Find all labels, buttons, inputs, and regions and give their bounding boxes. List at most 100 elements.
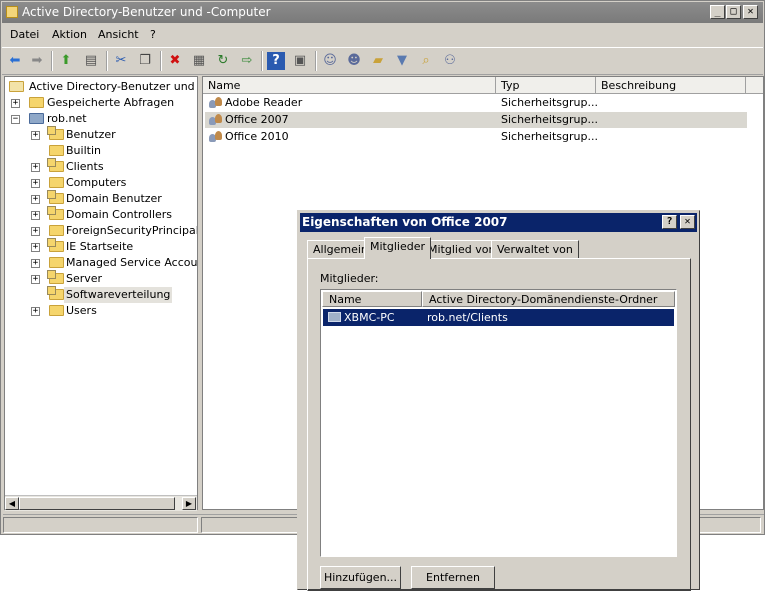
toolbar-separator [160,51,162,71]
row-name: Office 2007 [225,113,289,126]
menu-datei[interactable]: Datei [10,28,39,41]
member-name: XBMC-PC [344,311,395,324]
tree-item-label: Managed Service Accounts [66,256,198,269]
tree-item-label: Gespeicherte Abfragen [47,96,175,109]
group-icon [209,131,223,143]
expand-icon[interactable]: + [11,99,20,108]
properties-dialog: Eigenschaften von Office 2007 ? ✕ Allgem… [297,210,700,591]
tab-mitglieder[interactable]: Mitglieder [364,237,431,259]
expand-icon[interactable]: + [31,195,40,204]
row-type: Sicherheitsgrup... [501,96,598,109]
up-folder-icon[interactable]: ⬆ [57,52,75,70]
ou-folder-icon [47,286,64,300]
tree-horizontal-scrollbar[interactable]: ◀ ▶ [5,495,197,511]
column-header-type[interactable]: Typ [496,77,596,94]
export-icon[interactable]: ⇨ [238,52,256,70]
dialog-close-button[interactable]: ✕ [680,215,695,229]
row-type: Sicherheitsgrup... [501,113,598,126]
scroll-thumb[interactable] [19,497,175,510]
copy-icon[interactable]: ❐ [136,52,154,70]
ou-folder-icon [47,190,64,204]
tree-item-label: Computers [66,176,127,189]
expand-icon[interactable]: + [31,163,40,172]
tab-mitglied-von[interactable]: Mitglied von [422,240,502,259]
group-icon [209,114,223,126]
ou-folder-icon [47,126,64,140]
toolbar-separator [106,51,108,71]
tree-item-label: Clients [66,160,104,173]
minimize-button[interactable]: _ [710,5,725,19]
tree-item-label: rob.net [47,112,87,125]
ou-folder-icon [47,158,64,172]
forward-arrow-icon[interactable]: ➡ [28,52,46,70]
tree-pane: Active Directory-Benutzer und -Cor + Ges… [4,76,198,510]
maximize-button[interactable]: □ [726,5,741,19]
expand-icon[interactable]: + [31,179,40,188]
members-column-name[interactable]: Name [322,291,422,307]
expand-icon[interactable]: + [31,243,40,252]
folder-icon [49,177,64,188]
computer-icon [328,312,341,322]
back-arrow-icon[interactable]: ⬅ [6,52,24,70]
properties-icon[interactable]: ▦ [190,52,208,70]
column-header-name[interactable]: Name [203,77,496,94]
folder-icon [49,225,64,236]
group-icon [209,97,223,109]
remove-button[interactable]: Entfernen [411,566,495,589]
folder-icon [49,257,64,268]
ou-folder-icon [47,270,64,284]
collapse-icon[interactable]: − [11,115,20,124]
tree-item-label: Builtin [66,144,101,157]
console-root-icon [9,81,24,92]
new-ou-icon[interactable]: ▰ [369,52,387,70]
expand-icon[interactable]: + [31,211,40,220]
menu-help[interactable]: ? [150,28,156,41]
new-group-icon[interactable]: ☻ [345,52,363,70]
expand-icon[interactable]: + [31,275,40,284]
scroll-left-icon[interactable]: ◀ [5,497,19,510]
row-type: Sicherheitsgrup... [501,130,598,143]
tab-verwaltet-von[interactable]: Verwaltet von [491,240,579,259]
members-row-selected[interactable]: XBMC-PC rob.net/Clients [323,309,674,326]
show-tree-icon[interactable]: ▤ [82,52,100,70]
list-row[interactable]: Office 2010 Sicherheitsgrup... [205,129,747,145]
tree-item-label: Domain Benutzer [66,192,162,205]
tree-item-label: Users [66,304,97,317]
members-label: Mitglieder: [320,272,379,285]
list-row[interactable]: Adobe Reader Sicherheitsgrup... [205,95,747,111]
folder-icon [29,97,44,108]
row-name: Office 2010 [225,130,289,143]
app-icon [6,6,18,18]
expand-icon[interactable]: + [31,259,40,268]
cut-icon[interactable]: ✂ [112,52,130,70]
tree-item-label: ForeignSecurityPrincipals [66,224,198,237]
tree-item-label: Benutzer [66,128,116,141]
scroll-right-icon[interactable]: ▶ [182,497,196,510]
toolbar-separator [51,51,53,71]
members-column-folder[interactable]: Active Directory-Domänendienste-Ordner [422,291,675,307]
list-row-selected[interactable]: Office 2007 Sicherheitsgrup... [205,112,747,128]
add-to-group-icon[interactable]: ⚇ [441,52,459,70]
menu-ansicht[interactable]: Ansicht [98,28,139,41]
delete-icon[interactable]: ✖ [166,52,184,70]
console-icon[interactable]: ▣ [291,52,309,70]
tree-root-label: Active Directory-Benutzer und -Cor [29,80,197,93]
new-user-icon[interactable]: ☺ [321,52,339,70]
help-icon[interactable]: ? [267,52,285,70]
help-button[interactable]: ? [662,215,677,229]
row-name: Adobe Reader [225,96,303,109]
tree-item-label: Softwareverteilung [64,287,173,303]
filter-icon[interactable]: ▼ [393,52,411,70]
expand-icon[interactable]: + [31,227,40,236]
refresh-icon[interactable]: ↻ [214,52,232,70]
member-folder: rob.net/Clients [427,311,508,324]
find-icon[interactable]: ⌕ [417,52,435,70]
column-header-description[interactable]: Beschreibung [596,77,746,94]
expand-icon[interactable]: + [31,307,40,316]
expand-icon[interactable]: + [31,131,40,140]
add-button[interactable]: Hinzufügen... [320,566,401,589]
menu-aktion[interactable]: Aktion [52,28,87,41]
close-button[interactable]: ✕ [743,5,758,19]
tree-item-label: IE Startseite [66,240,134,253]
folder-icon [49,145,64,156]
